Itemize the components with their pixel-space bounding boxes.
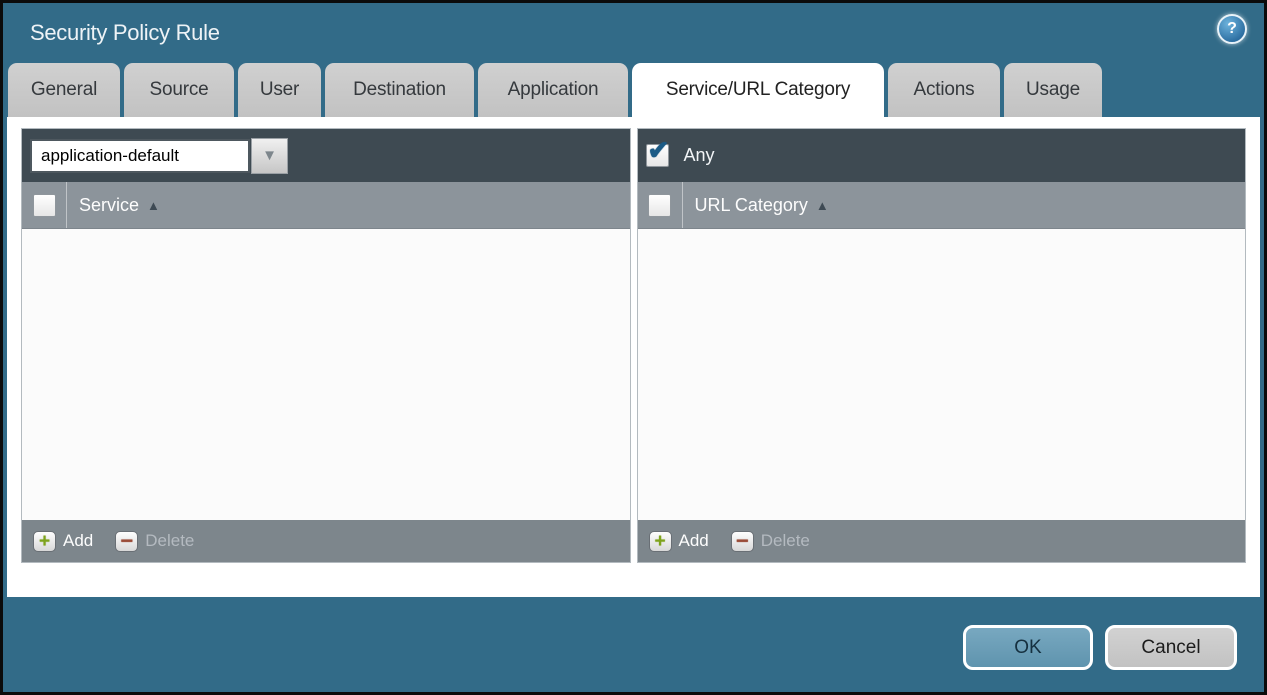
delete-button-label: Delete xyxy=(761,531,810,551)
delete-minus-icon: − xyxy=(731,531,754,552)
service-mode-select[interactable]: application-default ▼ xyxy=(30,138,288,174)
tab-user[interactable]: User xyxy=(238,63,321,117)
url-category-panel: ✔ Any URL Category ▲ + Add − Delete xyxy=(637,128,1247,563)
any-checkbox[interactable]: ✔ xyxy=(646,144,669,167)
tab-bar: General Source User Destination Applicat… xyxy=(8,62,1264,117)
tab-content: application-default ▼ Service ▲ + Add − xyxy=(7,117,1260,597)
delete-minus-icon: − xyxy=(115,531,138,552)
tab-source[interactable]: Source xyxy=(124,63,234,117)
ok-button[interactable]: OK xyxy=(963,625,1093,670)
url-category-column-title[interactable]: URL Category xyxy=(695,195,808,216)
dialog-action-buttons: OK Cancel xyxy=(963,625,1237,670)
service-panel-footer: + Add − Delete xyxy=(22,520,630,562)
tab-destination[interactable]: Destination xyxy=(325,63,474,117)
sort-asc-icon[interactable]: ▲ xyxy=(147,198,160,213)
url-category-list[interactable] xyxy=(638,229,1246,520)
service-panel-header: application-default ▼ xyxy=(22,129,630,182)
tab-usage[interactable]: Usage xyxy=(1004,63,1102,117)
tab-general[interactable]: General xyxy=(8,63,120,117)
service-select-all-checkbox[interactable] xyxy=(33,194,56,217)
check-icon: ✔ xyxy=(648,137,670,163)
add-plus-icon: + xyxy=(649,531,672,552)
url-category-panel-header: ✔ Any xyxy=(638,129,1246,182)
add-plus-icon: + xyxy=(33,531,56,552)
title-bar: Security Policy Rule ? xyxy=(3,3,1264,62)
service-column-header: Service ▲ xyxy=(22,182,630,229)
url-category-column-header: URL Category ▲ xyxy=(638,182,1246,229)
cancel-button[interactable]: Cancel xyxy=(1105,625,1237,670)
dialog-title: Security Policy Rule xyxy=(3,20,220,46)
url-category-select-all-checkbox[interactable] xyxy=(648,194,671,217)
service-delete-button[interactable]: − Delete xyxy=(115,531,194,552)
service-list[interactable] xyxy=(22,229,630,520)
url-category-add-button[interactable]: + Add xyxy=(649,531,709,552)
service-panel: application-default ▼ Service ▲ + Add − xyxy=(21,128,631,563)
add-button-label: Add xyxy=(679,531,709,551)
tab-actions[interactable]: Actions xyxy=(888,63,1000,117)
service-column-title[interactable]: Service xyxy=(79,195,139,216)
service-add-button[interactable]: + Add xyxy=(33,531,93,552)
sort-asc-icon[interactable]: ▲ xyxy=(816,198,829,213)
any-label: Any xyxy=(684,145,715,166)
dropdown-arrow-icon[interactable]: ▼ xyxy=(251,138,288,174)
delete-button-label: Delete xyxy=(145,531,194,551)
service-mode-value[interactable]: application-default xyxy=(30,139,250,173)
help-icon[interactable]: ? xyxy=(1217,14,1247,44)
tab-application[interactable]: Application xyxy=(478,63,628,117)
security-policy-rule-dialog: Security Policy Rule ? General Source Us… xyxy=(0,0,1267,695)
tab-service-url-category[interactable]: Service/URL Category xyxy=(632,63,884,117)
url-category-panel-footer: + Add − Delete xyxy=(638,520,1246,562)
add-button-label: Add xyxy=(63,531,93,551)
url-category-delete-button[interactable]: − Delete xyxy=(731,531,810,552)
